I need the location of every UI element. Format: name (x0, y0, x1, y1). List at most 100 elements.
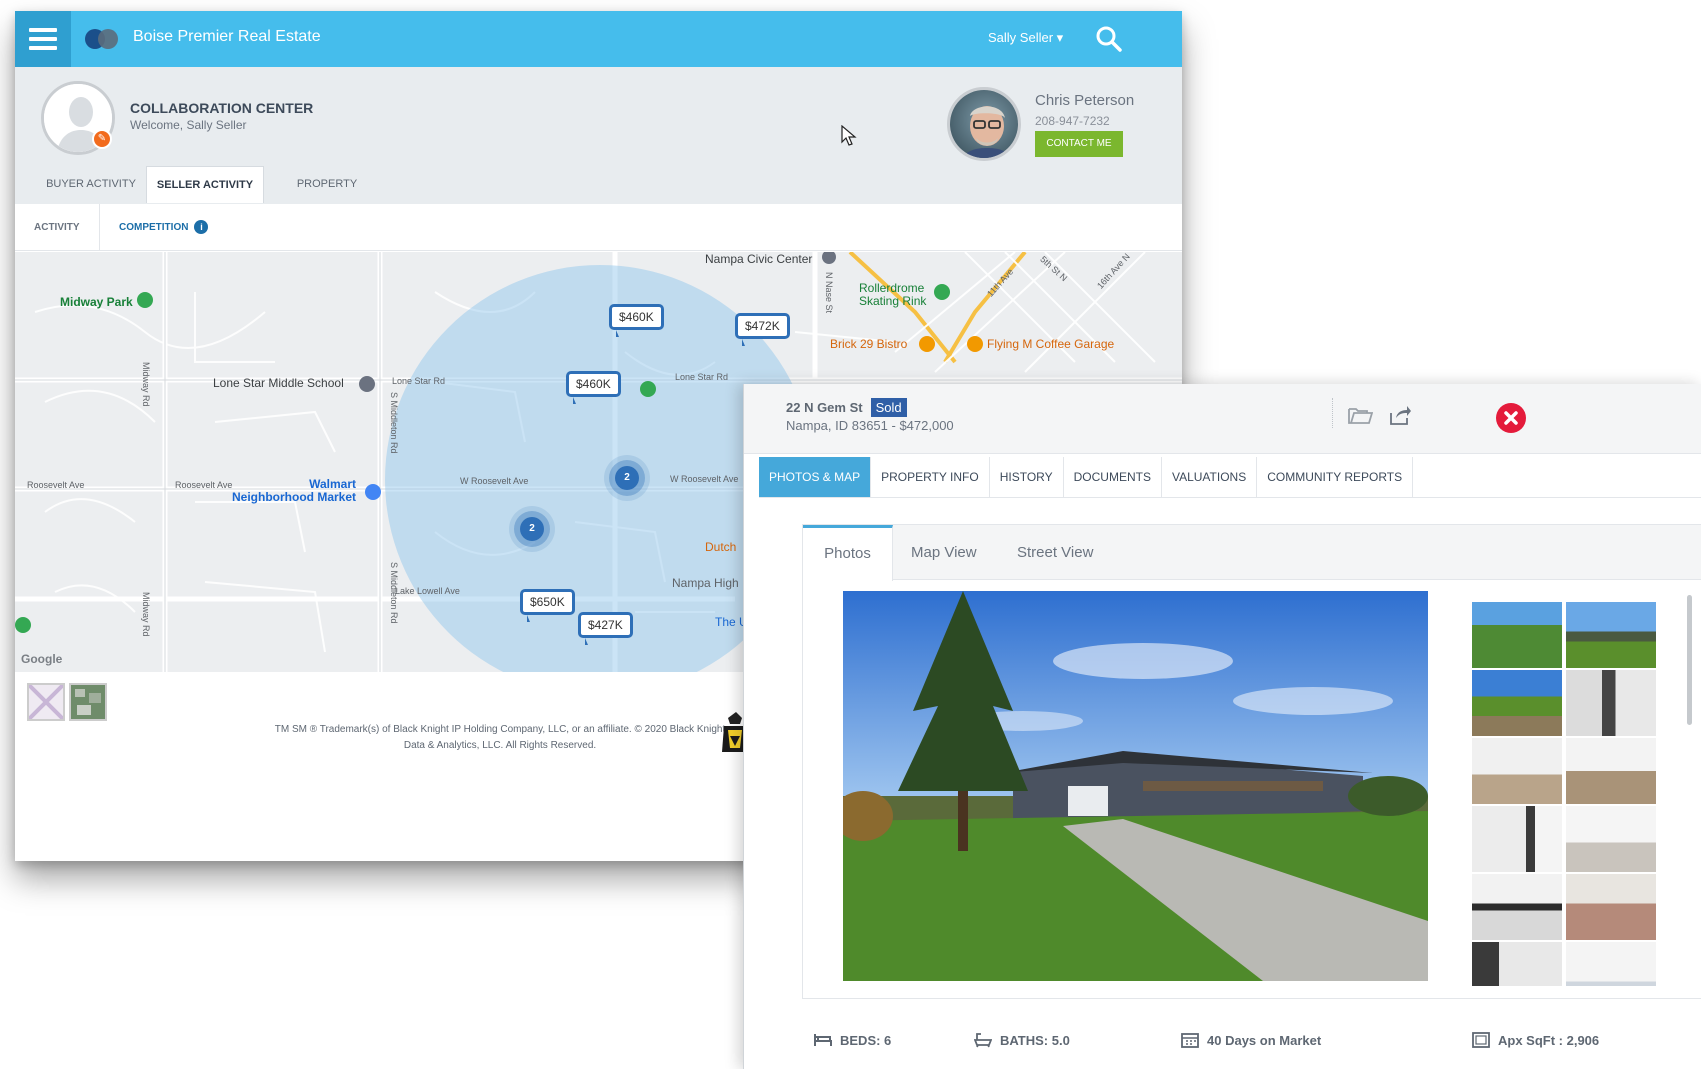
map-label-lone-star-middle-school: Lone Star Middle School (213, 376, 344, 390)
tab-competition[interactable]: COMPETITION i (119, 204, 209, 251)
tab-documents[interactable]: DOCUMENTS (1064, 457, 1162, 497)
info-icon[interactable]: i (194, 220, 209, 235)
roadmap-thumbnail-icon (27, 683, 65, 721)
thumbnail[interactable] (1472, 670, 1562, 736)
map-label-rollerdrome: Rollerdrome Skating Rink (859, 281, 927, 308)
mouse-pointer-icon (841, 125, 857, 146)
divider (759, 497, 1701, 498)
sub-tab-bar: ACTIVITY COMPETITION i (15, 204, 1182, 251)
satellite-thumbnail-icon (71, 685, 105, 719)
tab-seller-activity[interactable]: SELLER ACTIVITY (146, 166, 264, 203)
map-label-roosevelt-ave: Roosevelt Ave (175, 480, 233, 490)
divider (1332, 398, 1333, 428)
menu-line-icon (29, 46, 57, 50)
price-pin[interactable]: $472K (735, 313, 790, 346)
photo-viewer: Photos Map View Street View (802, 524, 1701, 999)
tab-property-search[interactable]: PROPERTY SEARCH (273, 166, 381, 227)
map-label-s-middleton-rd: S Middleton Rd (389, 392, 399, 454)
property-header: 22 N Gem St Sold Nampa, ID 83651 - $472,0… (744, 384, 1701, 454)
stat-square-feet: Apx SqFt : 2,906 (1472, 1032, 1599, 1048)
thumbnail-scrollbar[interactable] (1687, 595, 1692, 725)
agent-name: Chris Peterson (1035, 92, 1135, 109)
stat-beds-text: BEDS: 6 (840, 1032, 892, 1048)
map-label-lone-star-rd: Lone Star Rd (675, 372, 729, 382)
thumbnail[interactable] (1472, 738, 1562, 804)
property-address: 22 N Gem St Sold (786, 398, 907, 417)
share-icon[interactable] (1388, 404, 1412, 426)
map-label-midway-rd: Midway Rd (141, 362, 151, 407)
close-x-glyph (1504, 411, 1518, 425)
agent-phone: 208-947-7232 (1035, 114, 1110, 128)
map-label-w-roosevelt-ave: W Roosevelt Ave (460, 476, 529, 486)
cluster-marker[interactable]: 2 (615, 466, 639, 490)
page-title: COLLABORATION CENTER (130, 100, 314, 116)
map-label-flying-m-coffee: Flying M Coffee Garage (987, 337, 1115, 351)
tab-valuations[interactable]: VALUATIONS (1162, 457, 1258, 497)
price-pin[interactable]: $460K (609, 304, 664, 337)
edit-avatar-icon[interactable]: ✎ (92, 129, 112, 149)
thumbnail[interactable] (1472, 806, 1562, 872)
map-label-lone-star-rd: Lone Star Rd (392, 376, 446, 386)
stat-square-feet-text: Apx SqFt : 2,906 (1498, 1032, 1600, 1048)
agent-avatar (947, 87, 1021, 161)
map-label-brick-29-bistro: Brick 29 Bistro (830, 337, 908, 351)
divider (99, 204, 100, 251)
app-bar: Boise Premier Real Estate Sally Seller ▾ (15, 11, 1182, 67)
property-detail-panel: 22 N Gem St Sold Nampa, ID 83651 - $472,0… (743, 384, 1701, 1069)
tab-community-reports[interactable]: COMMUNITY REPORTS (1257, 457, 1414, 497)
thumbnail[interactable] (1566, 670, 1656, 736)
stat-baths-text: BATHS: 5.0 (1000, 1032, 1070, 1048)
bed-icon (814, 1034, 832, 1046)
calendar-icon (1181, 1033, 1199, 1048)
thumbnail[interactable] (1472, 874, 1562, 940)
map-label-lake-lowell-ave: Lake Lowell Ave (395, 586, 460, 596)
menu-line-icon (29, 37, 57, 41)
tab-history[interactable]: HISTORY (990, 457, 1064, 497)
thumbnail[interactable] (1566, 602, 1656, 668)
brand-name: Boise Premier Real Estate (133, 28, 321, 45)
user-menu-dropdown[interactable]: Sally Seller ▾ (988, 30, 1063, 46)
thumbnail[interactable] (1472, 942, 1562, 986)
map-type-roadmap-button[interactable] (27, 683, 65, 721)
tab-buyer-activity[interactable]: BUYER ACTIVITY (43, 166, 139, 203)
thumbnail[interactable] (1566, 874, 1656, 940)
photo-tab-bar: Photos Map View Street View (803, 525, 1701, 581)
price-pin[interactable]: $650K (520, 589, 575, 622)
map-type-satellite-button[interactable] (69, 683, 107, 721)
tab-street-view[interactable]: Street View (1017, 525, 1093, 580)
map-label-dutch: Dutch (705, 540, 737, 554)
stat-days-on-market-text: 40 Days on Market (1207, 1032, 1322, 1048)
stat-baths: BATHS: 5.0 (974, 1032, 1070, 1048)
hamburger-menu-button[interactable] (15, 11, 71, 67)
map-label-w-roosevelt-ave: W Roosevelt Ave (670, 474, 739, 484)
tab-competition-label: COMPETITION (119, 222, 189, 233)
cluster-marker[interactable]: 2 (520, 517, 544, 541)
map-label-midway-rd: Midway Rd (141, 592, 151, 637)
thumbnail[interactable] (1566, 942, 1656, 986)
tab-map-view[interactable]: Map View (911, 525, 977, 580)
photo-thumbnails (1472, 602, 1662, 986)
tab-activity[interactable]: ACTIVITY (34, 204, 80, 251)
stat-days-on-market: 40 Days on Market (1181, 1032, 1321, 1048)
status-badge: Sold (870, 398, 907, 417)
property-street: 22 N Gem St (786, 400, 863, 415)
tab-photos-map[interactable]: PHOTOS & MAP (759, 457, 872, 497)
price-pin[interactable]: $460K (566, 371, 621, 404)
price-pin[interactable]: $427K (578, 612, 633, 645)
folder-icon[interactable] (1347, 404, 1373, 426)
thumbnail[interactable] (1566, 806, 1656, 872)
property-stats: BEDS: 6 BATHS: 5.0 40 Days on Market Apx… (744, 1032, 1701, 1062)
bathtub-icon (974, 1033, 992, 1048)
property-city-price: Nampa, ID 83651 - $472,000 (786, 418, 954, 433)
contact-me-button[interactable]: CONTACT ME (1035, 131, 1123, 157)
map-label-nampa-civic-center: Nampa Civic Center (705, 252, 813, 266)
tab-property-info[interactable]: PROPERTY INFO (871, 457, 990, 497)
thumbnail[interactable] (1472, 602, 1562, 668)
stat-beds: BEDS: 6 (814, 1032, 891, 1048)
thumbnail[interactable] (1566, 738, 1656, 804)
close-icon[interactable] (1496, 403, 1526, 433)
tab-photos[interactable]: Photos (803, 525, 893, 581)
welcome-text: Welcome, Sally Seller (130, 118, 247, 132)
main-property-photo[interactable] (843, 591, 1428, 981)
search-icon[interactable] (1095, 25, 1123, 53)
